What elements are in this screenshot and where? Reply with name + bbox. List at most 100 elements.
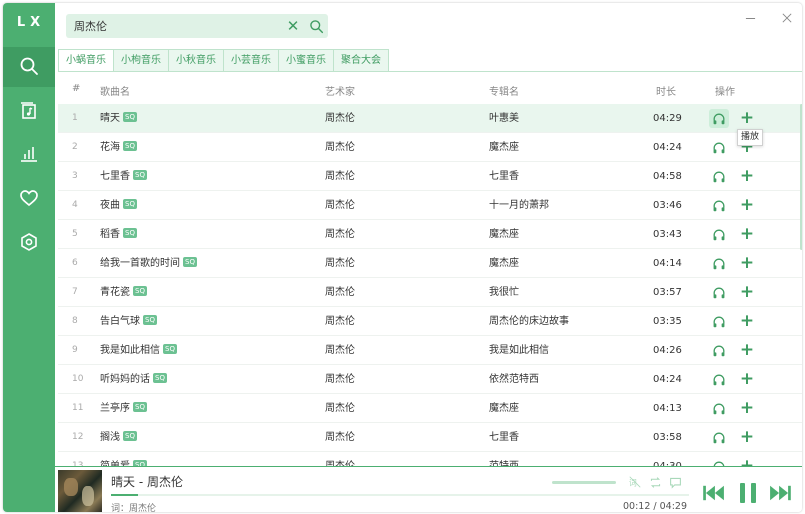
minimize-button[interactable] (741, 9, 759, 27)
song-album: 周杰伦的床边故事 (489, 316, 569, 327)
tab-source-2[interactable]: 小枸音乐 (114, 49, 169, 72)
add-icon[interactable]: + (738, 370, 756, 389)
sidebar-item-search[interactable] (3, 47, 55, 87)
add-icon[interactable]: + (738, 196, 756, 215)
add-icon[interactable]: + (738, 109, 756, 128)
song-name: 稻香 SQ (100, 228, 137, 240)
add-icon[interactable]: + (738, 254, 756, 273)
headphones-icon[interactable] (709, 254, 729, 273)
add-icon[interactable]: + (738, 428, 756, 447)
headphones-icon[interactable] (709, 428, 729, 447)
headphones-icon[interactable] (709, 312, 729, 331)
quality-badge: SQ (123, 141, 137, 151)
song-album: 魔杰座 (489, 142, 519, 153)
header-album: 专辑名 (489, 87, 519, 98)
headphones-icon[interactable] (709, 167, 729, 186)
song-artist: 周杰伦 (325, 142, 355, 153)
close-icon[interactable]: ✕ (284, 17, 302, 35)
table-row[interactable]: 13 简单爱SQ 周杰伦 范特西 04:30 + (58, 452, 802, 466)
quality-badge: SQ (123, 228, 137, 238)
row-index: 10 (72, 374, 84, 384)
app-logo: LX (16, 15, 46, 30)
song-artist: 周杰伦 (325, 345, 355, 356)
quality-badge: SQ (133, 286, 147, 296)
quality-badge: SQ (163, 344, 177, 354)
tab-source-6[interactable]: 聚合大会 (334, 49, 389, 72)
headphones-icon[interactable] (709, 138, 729, 157)
headphones-icon[interactable] (709, 196, 729, 215)
song-artist: 周杰伦 (325, 287, 355, 298)
table-row[interactable]: 4 夜曲 SQ 周杰伦 十一月的萧邦 03:46 + (58, 191, 802, 220)
add-icon[interactable]: + (738, 167, 756, 186)
headphones-icon[interactable] (709, 225, 729, 244)
song-name: 青花瓷 SQ (100, 286, 147, 298)
table-row[interactable]: 1 晴天 SQ 周杰伦 叶惠美 04:29 + (58, 104, 802, 133)
add-icon[interactable]: + (738, 457, 756, 467)
headphones-icon[interactable] (709, 457, 729, 466)
headphones-icon[interactable] (709, 370, 729, 389)
add-icon[interactable]: + (738, 283, 756, 302)
close-button[interactable] (778, 9, 796, 27)
tab-source-1[interactable]: 小蜗音乐 (58, 49, 114, 72)
search-icon[interactable] (307, 17, 325, 35)
table-row[interactable]: 3 七里香 SQ 周杰伦 七里香 04:58 + (58, 162, 802, 191)
table-row[interactable]: 12 搁浅 SQ 周杰伦 七里香 03:58 + (58, 423, 802, 452)
heart-icon (19, 188, 39, 211)
table-row[interactable]: 6 给我一首歌的时间 SQ 周杰伦 魔杰座 04:14 + (58, 249, 802, 278)
row-index: 5 (72, 229, 78, 239)
sidebar-item-leaderboard[interactable] (3, 135, 55, 175)
quality-badge: SQ (133, 170, 147, 180)
song-name: 晴天 SQ (100, 112, 137, 124)
song-album: 叶惠美 (489, 113, 519, 124)
sidebar-item-favorites[interactable] (3, 179, 55, 219)
search-input[interactable] (74, 17, 274, 35)
headphones-icon[interactable] (709, 283, 729, 302)
quality-badge: SQ (123, 112, 137, 122)
song-duration: 04:29 (653, 113, 682, 124)
song-table: 1 晴天 SQ 周杰伦 叶惠美 04:29 +2 花海 SQ 周杰伦 魔杰座 04:24 +3 七里香 SQ… (58, 104, 802, 466)
table-row[interactable]: 11 兰亭序 SQ 周杰伦 魔杰座 04:13 + (58, 394, 802, 423)
progress-bar[interactable] (111, 494, 689, 496)
quality-badge: SQ (133, 402, 147, 412)
scrollbar[interactable] (800, 104, 802, 250)
song-album: 魔杰座 (489, 403, 519, 414)
pause-icon[interactable] (735, 481, 761, 505)
song-name: 夜曲 SQ (100, 199, 137, 211)
tab-source-5[interactable]: 小蜜音乐 (279, 49, 334, 72)
add-icon[interactable]: + (738, 341, 756, 360)
tab-source-4[interactable]: 小芸音乐 (224, 49, 279, 72)
song-name: 给我一首歌的时间 SQ (100, 257, 197, 269)
table-row[interactable]: 9 我是如此相信 SQ 周杰伦 我是如此相信 04:26 + (58, 336, 802, 365)
sidebar-item-settings[interactable] (3, 223, 55, 263)
table-row[interactable]: 2 花海 SQ 周杰伦 魔杰座 04:24 + (58, 133, 802, 162)
song-duration: 04:14 (653, 258, 682, 269)
table-row[interactable]: 7 青花瓷 SQ 周杰伦 我很忙 03:57 + (58, 278, 802, 307)
sidebar-item-song-list[interactable] (3, 91, 55, 131)
add-icon[interactable]: + (738, 399, 756, 418)
volume-slider[interactable] (552, 481, 616, 484)
table-row[interactable]: 10 听妈妈的话 SQ 周杰伦 依然范特西 04:24 + (58, 365, 802, 394)
table-row[interactable]: 5 稻香 SQ 周杰伦 魔杰座 03:43 + (58, 220, 802, 249)
tab-source-3[interactable]: 小秋音乐 (169, 49, 224, 72)
repeat-icon[interactable] (647, 474, 663, 490)
headphones-icon[interactable] (709, 341, 729, 360)
quality-badge: SQ (143, 315, 157, 325)
next-track-icon[interactable] (767, 481, 793, 505)
headphones-icon[interactable] (709, 109, 729, 128)
add-icon[interactable]: + (738, 225, 756, 244)
previous-track-icon[interactable] (701, 481, 727, 505)
song-duration: 03:58 (653, 432, 682, 443)
row-index: 7 (72, 287, 78, 297)
song-artist: 周杰伦 (325, 403, 355, 414)
table-row[interactable]: 8 告白气球 SQ 周杰伦 周杰伦的床边故事 03:35 + (58, 307, 802, 336)
album-cover[interactable] (58, 470, 102, 512)
song-duration: 03:35 (653, 316, 682, 327)
headphones-icon[interactable] (709, 399, 729, 418)
desktop-lyric-icon[interactable]: 词 (627, 474, 643, 490)
comment-icon[interactable] (667, 474, 683, 490)
song-album: 我是如此相信 (489, 345, 549, 356)
add-icon[interactable]: + (738, 312, 756, 331)
table-header: # 歌曲名 艺术家 专辑名 时长 操作 (58, 75, 802, 103)
song-album: 我很忙 (489, 287, 519, 298)
song-duration: 03:46 (653, 200, 682, 211)
